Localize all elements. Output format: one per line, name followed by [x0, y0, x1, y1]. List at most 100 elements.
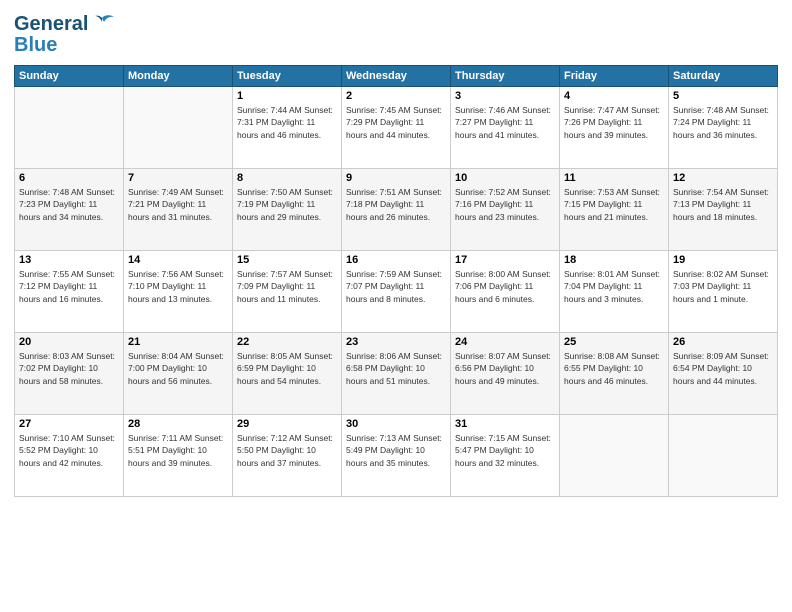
weekday-friday: Friday	[560, 66, 669, 87]
day-cell: 10Sunrise: 7:52 AM Sunset: 7:16 PM Dayli…	[451, 169, 560, 251]
day-cell: 21Sunrise: 8:04 AM Sunset: 7:00 PM Dayli…	[124, 333, 233, 415]
day-cell: 15 Sunrise: 7:57 AM Sunset: 7:09 PM Dayli…	[233, 251, 342, 333]
day-info: Sunrise: 7:52 AM Sunset: 7:16 PM Dayligh…	[455, 186, 555, 223]
logo-bird-icon	[88, 10, 116, 38]
day-number: 25	[564, 336, 664, 348]
day-number: 9	[346, 172, 446, 184]
day-info: Sunrise: 8:07 AM Sunset: 6:56 PM Dayligh…	[455, 350, 555, 387]
day-info: Sunrise: 7:49 AM Sunset: 7:21 PM Dayligh…	[128, 186, 228, 223]
calendar-body: 1 Sunrise: 7:44 AM Sunset: 7:31 PM Daylig…	[15, 87, 778, 497]
day-info: Sunrise: 8:06 AM Sunset: 6:58 PM Dayligh…	[346, 350, 446, 387]
week-row-1: 1 Sunrise: 7:44 AM Sunset: 7:31 PM Daylig…	[15, 87, 778, 169]
day-cell: 23Sunrise: 8:06 AM Sunset: 6:58 PM Dayli…	[342, 333, 451, 415]
day-cell: 2 Sunrise: 7:45 AM Sunset: 7:29 PM Daylig…	[342, 87, 451, 169]
day-cell	[560, 415, 669, 497]
day-number: 15	[237, 254, 337, 266]
day-cell: 18 Sunrise: 8:01 AM Sunset: 7:04 PM Dayli…	[560, 251, 669, 333]
day-number: 12	[673, 172, 773, 184]
day-cell: 9 Sunrise: 7:51 AM Sunset: 7:18 PM Daylig…	[342, 169, 451, 251]
day-info: Sunrise: 7:46 AM Sunset: 7:27 PM Dayligh…	[455, 104, 555, 141]
day-number: 29	[237, 418, 337, 430]
day-number: 16	[346, 254, 446, 266]
day-info: Sunrise: 7:55 AM Sunset: 7:12 PM Dayligh…	[19, 268, 119, 305]
day-cell: 12 Sunrise: 7:54 AM Sunset: 7:13 PM Dayli…	[669, 169, 778, 251]
day-cell: 17Sunrise: 8:00 AM Sunset: 7:06 PM Dayli…	[451, 251, 560, 333]
weekday-wednesday: Wednesday	[342, 66, 451, 87]
weekday-tuesday: Tuesday	[233, 66, 342, 87]
day-cell: 4Sunrise: 7:47 AM Sunset: 7:26 PM Daylig…	[560, 87, 669, 169]
day-cell: 14 Sunrise: 7:56 AM Sunset: 7:10 PM Dayli…	[124, 251, 233, 333]
day-cell	[124, 87, 233, 169]
calendar: SundayMondayTuesdayWednesdayThursdayFrid…	[14, 65, 778, 497]
day-cell: 19 Sunrise: 8:02 AM Sunset: 7:03 PM Dayli…	[669, 251, 778, 333]
page: General Blue SundayMondayTuesdayWednesda…	[0, 0, 792, 612]
day-info: Sunrise: 7:44 AM Sunset: 7:31 PM Dayligh…	[237, 104, 337, 141]
day-number: 3	[455, 90, 555, 102]
day-cell: 24 Sunrise: 8:07 AM Sunset: 6:56 PM Dayli…	[451, 333, 560, 415]
day-number: 14	[128, 254, 228, 266]
day-cell: 3 Sunrise: 7:46 AM Sunset: 7:27 PM Daylig…	[451, 87, 560, 169]
day-cell: 27 Sunrise: 7:10 AM Sunset: 5:52 PM Dayli…	[15, 415, 124, 497]
day-cell: 8 Sunrise: 7:50 AM Sunset: 7:19 PM Daylig…	[233, 169, 342, 251]
day-number: 20	[19, 336, 119, 348]
day-number: 30	[346, 418, 446, 430]
week-row-2: 6Sunrise: 7:48 AM Sunset: 7:23 PM Daylig…	[15, 169, 778, 251]
day-info: Sunrise: 7:57 AM Sunset: 7:09 PM Dayligh…	[237, 268, 337, 305]
day-info: Sunrise: 7:12 AM Sunset: 5:50 PM Dayligh…	[237, 432, 337, 469]
day-cell: 5 Sunrise: 7:48 AM Sunset: 7:24 PM Daylig…	[669, 87, 778, 169]
day-number: 8	[237, 172, 337, 184]
day-number: 31	[455, 418, 555, 430]
logo-general: General	[14, 13, 88, 36]
day-info: Sunrise: 7:51 AM Sunset: 7:18 PM Dayligh…	[346, 186, 446, 223]
weekday-header-row: SundayMondayTuesdayWednesdayThursdayFrid…	[15, 66, 778, 87]
weekday-saturday: Saturday	[669, 66, 778, 87]
day-info: Sunrise: 7:10 AM Sunset: 5:52 PM Dayligh…	[19, 432, 119, 469]
day-info: Sunrise: 7:13 AM Sunset: 5:49 PM Dayligh…	[346, 432, 446, 469]
logo: General Blue	[14, 10, 116, 57]
day-info: Sunrise: 7:48 AM Sunset: 7:24 PM Dayligh…	[673, 104, 773, 141]
day-number: 18	[564, 254, 664, 266]
day-number: 19	[673, 254, 773, 266]
day-number: 13	[19, 254, 119, 266]
day-info: Sunrise: 8:01 AM Sunset: 7:04 PM Dayligh…	[564, 268, 664, 305]
calendar-header: SundayMondayTuesdayWednesdayThursdayFrid…	[15, 66, 778, 87]
day-cell: 26Sunrise: 8:09 AM Sunset: 6:54 PM Dayli…	[669, 333, 778, 415]
day-number: 21	[128, 336, 228, 348]
day-cell: 11 Sunrise: 7:53 AM Sunset: 7:15 PM Dayli…	[560, 169, 669, 251]
day-cell: 7Sunrise: 7:49 AM Sunset: 7:21 PM Daylig…	[124, 169, 233, 251]
day-info: Sunrise: 7:54 AM Sunset: 7:13 PM Dayligh…	[673, 186, 773, 223]
day-info: Sunrise: 8:05 AM Sunset: 6:59 PM Dayligh…	[237, 350, 337, 387]
day-number: 4	[564, 90, 664, 102]
day-number: 24	[455, 336, 555, 348]
day-cell: 1 Sunrise: 7:44 AM Sunset: 7:31 PM Daylig…	[233, 87, 342, 169]
weekday-thursday: Thursday	[451, 66, 560, 87]
header: General Blue	[14, 10, 778, 57]
day-number: 1	[237, 90, 337, 102]
day-info: Sunrise: 7:56 AM Sunset: 7:10 PM Dayligh…	[128, 268, 228, 305]
day-cell: 25Sunrise: 8:08 AM Sunset: 6:55 PM Dayli…	[560, 333, 669, 415]
day-number: 28	[128, 418, 228, 430]
day-number: 11	[564, 172, 664, 184]
day-cell: 13 Sunrise: 7:55 AM Sunset: 7:12 PM Dayli…	[15, 251, 124, 333]
day-info: Sunrise: 7:53 AM Sunset: 7:15 PM Dayligh…	[564, 186, 664, 223]
day-number: 26	[673, 336, 773, 348]
day-cell: 22Sunrise: 8:05 AM Sunset: 6:59 PM Dayli…	[233, 333, 342, 415]
day-cell: 16 Sunrise: 7:59 AM Sunset: 7:07 PM Dayli…	[342, 251, 451, 333]
week-row-4: 20Sunrise: 8:03 AM Sunset: 7:02 PM Dayli…	[15, 333, 778, 415]
day-info: Sunrise: 7:50 AM Sunset: 7:19 PM Dayligh…	[237, 186, 337, 223]
day-cell: 28 Sunrise: 7:11 AM Sunset: 5:51 PM Dayli…	[124, 415, 233, 497]
day-cell: 31Sunrise: 7:15 AM Sunset: 5:47 PM Dayli…	[451, 415, 560, 497]
day-info: Sunrise: 7:48 AM Sunset: 7:23 PM Dayligh…	[19, 186, 119, 223]
day-cell	[669, 415, 778, 497]
day-info: Sunrise: 7:11 AM Sunset: 5:51 PM Dayligh…	[128, 432, 228, 469]
day-number: 2	[346, 90, 446, 102]
day-info: Sunrise: 7:45 AM Sunset: 7:29 PM Dayligh…	[346, 104, 446, 141]
weekday-monday: Monday	[124, 66, 233, 87]
day-info: Sunrise: 7:59 AM Sunset: 7:07 PM Dayligh…	[346, 268, 446, 305]
day-info: Sunrise: 8:02 AM Sunset: 7:03 PM Dayligh…	[673, 268, 773, 305]
day-number: 17	[455, 254, 555, 266]
day-number: 5	[673, 90, 773, 102]
day-cell	[15, 87, 124, 169]
day-cell: 30 Sunrise: 7:13 AM Sunset: 5:49 PM Dayli…	[342, 415, 451, 497]
day-number: 27	[19, 418, 119, 430]
